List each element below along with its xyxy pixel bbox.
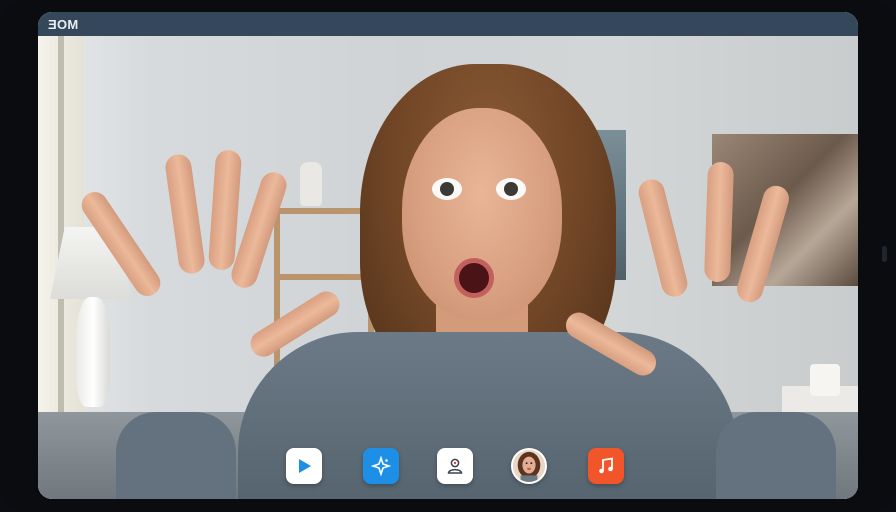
- sparkle-icon: [371, 456, 391, 476]
- person-eye-left: [432, 178, 462, 200]
- effects-button[interactable]: [363, 448, 399, 484]
- top-bar: ƎOM: [38, 12, 858, 36]
- profile-button[interactable]: [437, 448, 473, 484]
- device-sensor: [882, 246, 887, 262]
- video-screen[interactable]: ƎOM: [38, 12, 858, 499]
- play-icon: [299, 459, 311, 473]
- avatar-button[interactable]: [511, 448, 547, 484]
- play-button[interactable]: [286, 448, 322, 484]
- vase: [300, 162, 322, 206]
- person-mouth: [454, 258, 494, 298]
- tablet-device: ƎOM: [0, 0, 896, 512]
- music-note-icon: [599, 457, 613, 474]
- window-frame: [58, 32, 64, 422]
- lamp-base: [76, 297, 110, 407]
- video-feed: [38, 12, 858, 499]
- person-eye-right: [496, 178, 526, 200]
- finger: [703, 161, 735, 283]
- app-title: ƎOM: [48, 16, 79, 32]
- shelf-board: [274, 274, 374, 280]
- cup: [810, 364, 840, 396]
- music-button[interactable]: [588, 448, 624, 484]
- user-icon: [447, 458, 463, 474]
- avatar-icon: [513, 450, 545, 482]
